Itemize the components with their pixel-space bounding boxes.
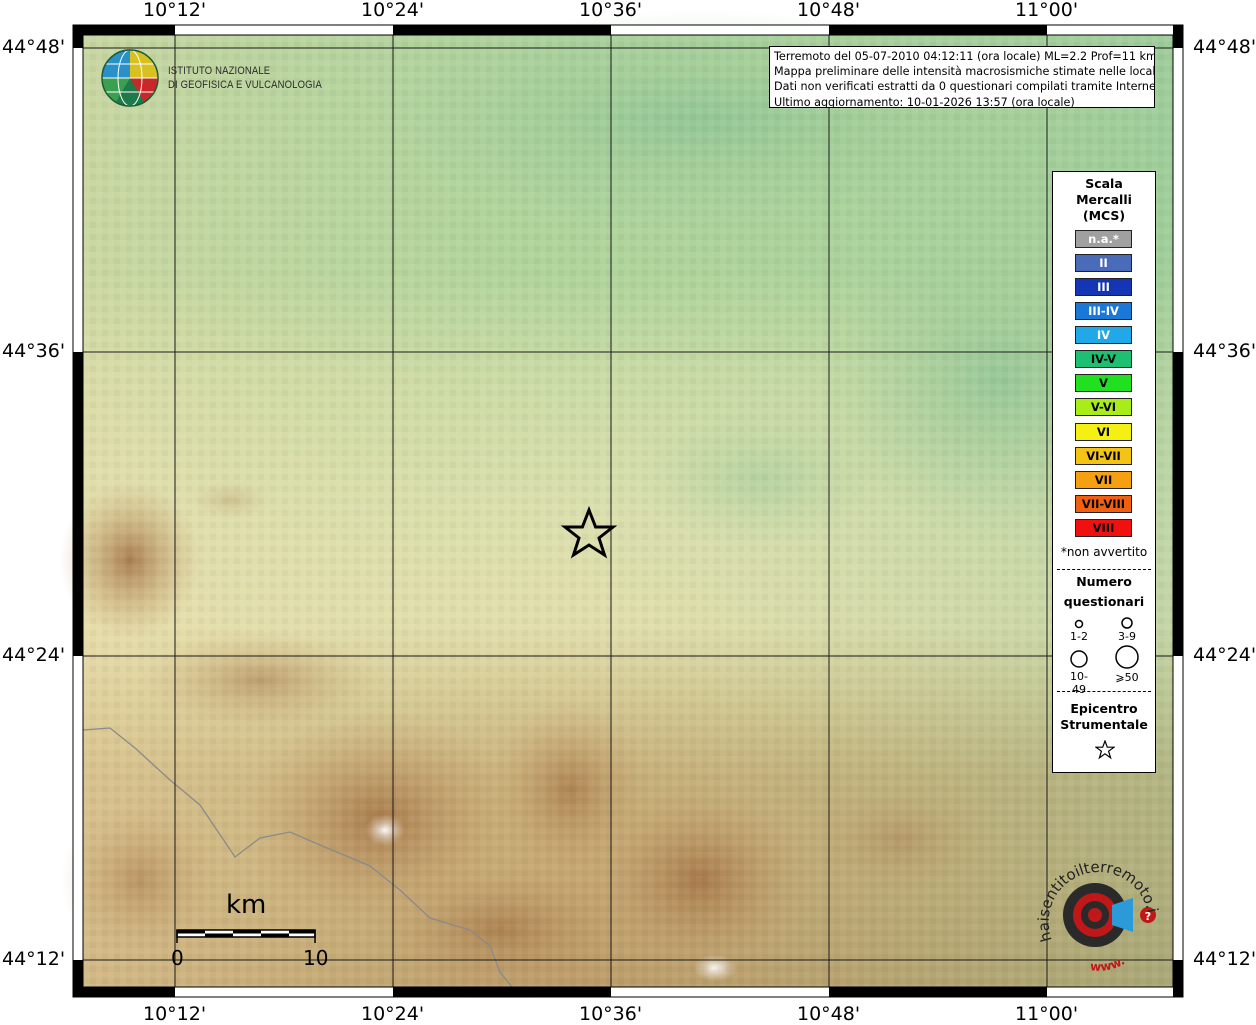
lon-label-top-4: 10°48': [797, 0, 861, 21]
legend-not-felt-note: *non avvertito: [1060, 545, 1148, 559]
legend-swatch-ii: II: [1075, 254, 1132, 272]
lon-label-bottom-5: 11°00': [1015, 1003, 1079, 1025]
legend-count-title-2: questionari: [1063, 594, 1145, 609]
institution-line-1: ISTITUTO NAZIONALE: [168, 65, 271, 77]
count-label-10-49: 10-49: [1070, 670, 1088, 696]
lon-label-bottom-4: 10°48': [797, 1003, 861, 1025]
legend-swatch-iii-iv: III-IV: [1075, 302, 1132, 320]
lon-label-bottom-2: 10°24': [361, 1003, 425, 1025]
legend-swatch-v-vi: V-VI: [1075, 398, 1132, 416]
svg-text:www.: www.: [1090, 954, 1127, 975]
lat-label-right-2: 44°36': [1193, 340, 1256, 362]
event-info-box: Terremoto del 05-07-2010 04:12:11 (ora l…: [769, 46, 1155, 108]
legend-divider: [1057, 569, 1151, 570]
lon-label-top-2: 10°24': [361, 0, 425, 21]
lon-label-bottom-1: 10°12': [143, 1003, 207, 1025]
institution-line-2: DI GEOFISICA E VULCANOLOGIA: [168, 79, 322, 91]
scale-start-label: 0: [171, 946, 184, 970]
lon-label-top-3: 10°36': [579, 0, 643, 21]
legend-epicenter-star-icon: [1095, 740, 1115, 760]
count-label-3-9: 3-9: [1118, 630, 1136, 643]
legend-swatch-viii: VIII: [1075, 519, 1132, 537]
legend-swatch-vii-viii: VII-VIII: [1075, 495, 1132, 513]
event-info-line-4: Ultimo aggiornamento: 10-01-2026 13:57 (…: [774, 95, 1075, 108]
badge-site-text: haisentitoilterremoto.it: [1030, 850, 1162, 944]
count-label-1-2: 1-2: [1070, 630, 1088, 643]
scale-unit-label: km: [226, 890, 267, 920]
legend-swatch-iv-v: IV-V: [1075, 350, 1132, 368]
count-label-50-plus: ⩾50: [1115, 671, 1139, 684]
lat-label-right-4: 44°12': [1193, 948, 1256, 970]
lon-label-bottom-3: 10°36': [579, 1003, 643, 1025]
lat-label-right-1: 44°48': [1193, 36, 1256, 58]
scale-end-label: 10: [303, 946, 329, 970]
legend-swatch-iv: IV: [1075, 326, 1132, 344]
legend-swatch-v: V: [1075, 374, 1132, 392]
legend-swatch-vi-vii: VI-VII: [1075, 447, 1132, 465]
legend-swatch-vii: VII: [1075, 471, 1132, 489]
badge-www-text: www.: [1090, 954, 1127, 975]
legend-title-1: Scala: [1085, 176, 1123, 191]
lat-label-right-3: 44°24': [1193, 644, 1256, 666]
badge-text: haisentitoilterremoto.it www.: [1030, 850, 1162, 975]
event-info-line-1: Terremoto del 05-07-2010 04:12:11 (ora l…: [774, 50, 1155, 63]
lat-label-left-1: 44°48': [2, 36, 66, 58]
legend-epicenter-title-1: Epicentro: [1070, 701, 1138, 716]
lon-label-top-5: 11°00': [1015, 0, 1079, 21]
legend-swatch-vi: VI: [1075, 423, 1132, 441]
legend-title-2: Mercalli: [1076, 192, 1132, 207]
legend-swatch-iii: III: [1075, 278, 1132, 296]
event-info-line-3: Dati non verificati estratti da 0 questi…: [774, 80, 1155, 94]
lat-label-left-4: 44°12': [2, 948, 66, 970]
intensity-legend: Scala Mercalli (MCS) n.a.* II III III-IV…: [1052, 171, 1156, 773]
lat-label-left-2: 44°36': [2, 340, 66, 362]
legend-title-3: (MCS): [1082, 208, 1126, 223]
legend-divider-2: [1057, 691, 1151, 692]
event-info-line-2: Mappa preliminare delle intensità macros…: [774, 65, 1155, 79]
institution-name: ISTITUTO NAZIONALE DI GEOFISICA E VULCAN…: [168, 64, 322, 92]
legend-count-title-1: Numero: [1076, 574, 1132, 589]
lat-label-left-3: 44°24': [2, 644, 66, 666]
ingv-logo-icon: [101, 49, 159, 107]
svg-text:haisentitoilterremoto.it: haisentitoilterremoto.it: [1030, 850, 1162, 944]
lon-label-top-1: 10°12': [143, 0, 207, 21]
legend-swatch-na: n.a.*: [1075, 230, 1132, 248]
legend-epicenter-title-2: Strumentale: [1060, 717, 1148, 732]
